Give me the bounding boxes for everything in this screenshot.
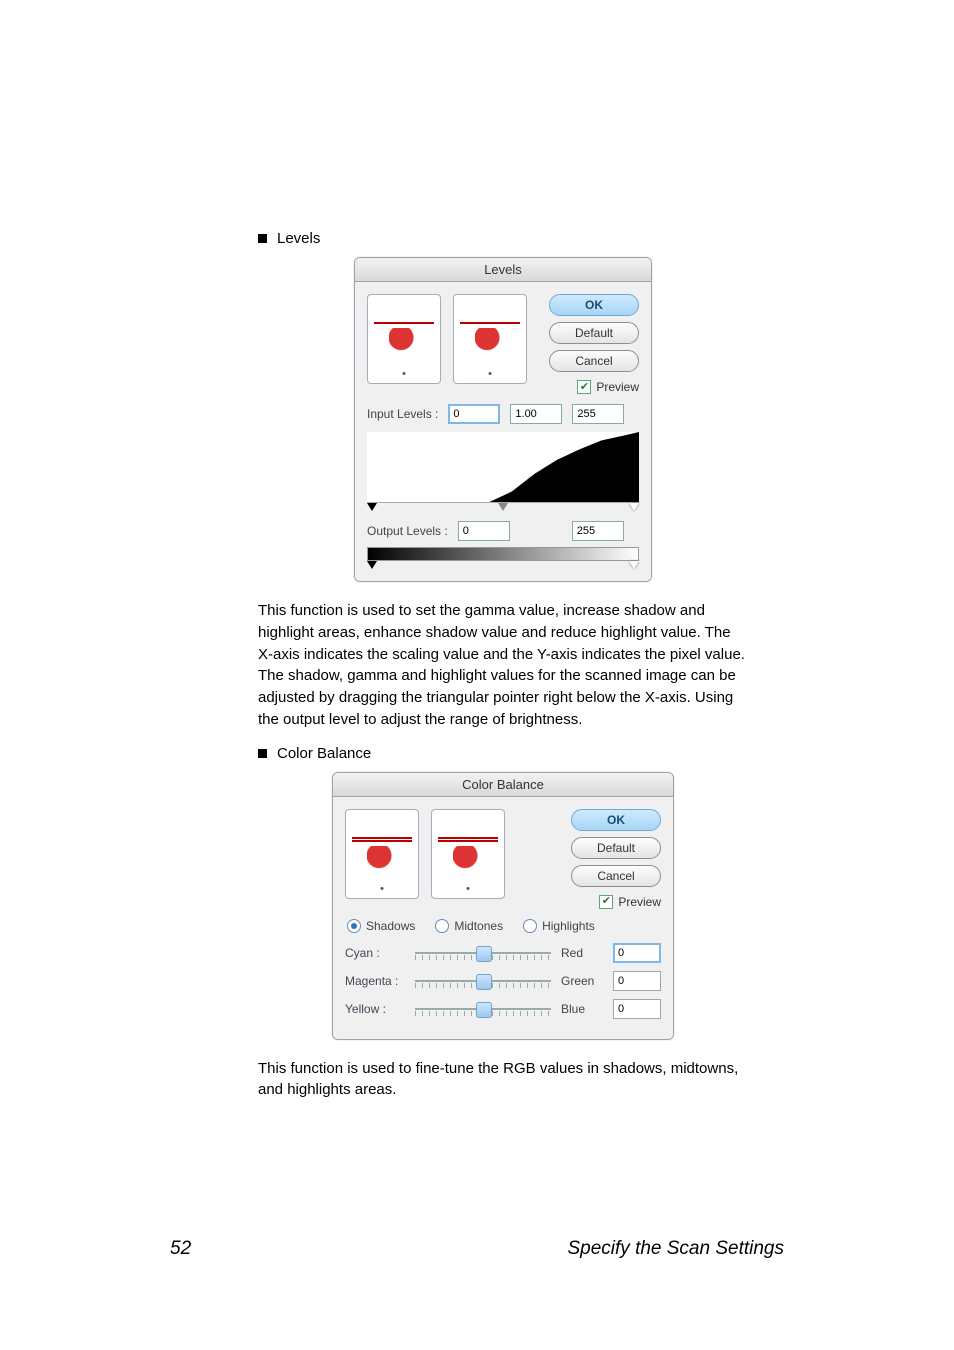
bullet-color-balance: Color Balance [258, 745, 748, 762]
output-gradient [367, 547, 639, 561]
cyan-label: Cyan : [345, 946, 405, 960]
preview-checkbox-label: Preview [596, 380, 639, 394]
radio-midtones[interactable]: Midtones [435, 919, 503, 933]
input-levels-label: Input Levels : [367, 407, 438, 421]
radio-off-icon [435, 919, 449, 933]
bullet-levels-label: Levels [277, 230, 320, 247]
input-level-gamma[interactable]: 1.00 [510, 404, 562, 424]
output-level-high[interactable]: 255 [572, 521, 624, 541]
bullet-color-balance-label: Color Balance [277, 745, 371, 762]
yellow-label: Yellow : [345, 1002, 405, 1016]
magenta-label: Magenta : [345, 974, 405, 988]
default-button[interactable]: Default [549, 322, 639, 344]
page-footer: 52 Specify the Scan Settings [170, 1238, 784, 1260]
blue-label: Blue [561, 1002, 603, 1016]
ok-button[interactable]: OK [549, 294, 639, 316]
input-level-shadow[interactable]: 0 [448, 404, 500, 424]
preview-thumb-after: • [431, 809, 505, 899]
yellow-blue-slider[interactable] [415, 1001, 551, 1017]
radio-on-icon [347, 919, 361, 933]
preview-checkbox[interactable]: ✔ Preview [549, 380, 639, 394]
output-levels-label: Output Levels : [367, 524, 448, 538]
ok-button[interactable]: OK [571, 809, 661, 831]
slider-knob-icon[interactable] [476, 974, 492, 990]
triangle-black-icon[interactable] [367, 503, 377, 511]
triangle-gray-icon[interactable] [498, 503, 508, 511]
slider-knob-icon[interactable] [476, 946, 492, 962]
cyan-red-value[interactable]: 0 [613, 943, 661, 963]
preview-thumb-before: • [345, 809, 419, 899]
radio-shadows[interactable]: Shadows [347, 919, 415, 933]
red-label: Red [561, 946, 603, 960]
output-level-low[interactable]: 0 [458, 521, 510, 541]
cb-dialog-title: Color Balance [333, 773, 673, 797]
triangle-white-icon[interactable] [629, 561, 639, 569]
green-label: Green [561, 974, 603, 988]
levels-description: This function is used to set the gamma v… [258, 600, 748, 731]
preview-checkbox[interactable]: ✔ Preview [571, 895, 661, 909]
input-slider[interactable] [367, 503, 639, 511]
slider-knob-icon[interactable] [476, 1002, 492, 1018]
levels-dialog: Levels • • OK Default Cancel ✔ [354, 257, 652, 582]
checkbox-checked-icon: ✔ [577, 380, 591, 394]
checkbox-checked-icon: ✔ [599, 895, 613, 909]
radio-highlights[interactable]: Highlights [523, 919, 595, 933]
histogram [367, 432, 639, 503]
bullet-square-icon [258, 234, 267, 243]
output-slider[interactable] [367, 561, 639, 569]
cancel-button[interactable]: Cancel [571, 865, 661, 887]
color-balance-description: This function is used to fine-tune the R… [258, 1058, 748, 1102]
yellow-blue-value[interactable]: 0 [613, 999, 661, 1019]
triangle-white-icon[interactable] [629, 503, 639, 511]
preview-thumb-after: • [453, 294, 527, 384]
input-level-highlight[interactable]: 255 [572, 404, 624, 424]
page-number: 52 [170, 1238, 191, 1260]
color-balance-dialog: Color Balance • • OK Default Cancel ✔ [332, 772, 674, 1040]
section-title: Specify the Scan Settings [567, 1238, 784, 1260]
magenta-green-value[interactable]: 0 [613, 971, 661, 991]
cancel-button[interactable]: Cancel [549, 350, 639, 372]
preview-thumb-before: • [367, 294, 441, 384]
levels-dialog-title: Levels [355, 258, 651, 282]
radio-off-icon [523, 919, 537, 933]
magenta-green-slider[interactable] [415, 973, 551, 989]
bullet-square-icon [258, 749, 267, 758]
cyan-red-slider[interactable] [415, 945, 551, 961]
bullet-levels: Levels [258, 230, 748, 247]
default-button[interactable]: Default [571, 837, 661, 859]
preview-checkbox-label: Preview [618, 895, 661, 909]
triangle-black-icon[interactable] [367, 561, 377, 569]
